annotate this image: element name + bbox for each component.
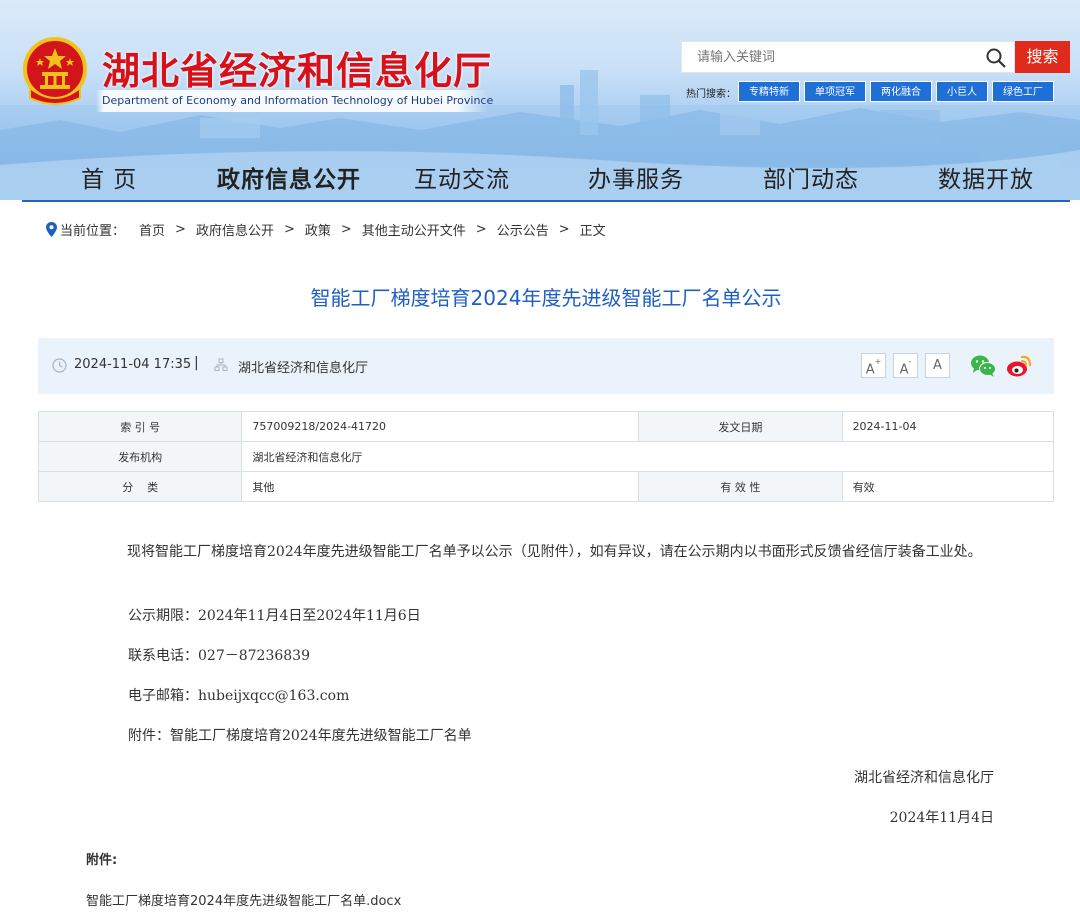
- document-info-table: 索 引 号 757009218/2024-41720 发文日期 2024-11-…: [37, 411, 1055, 502]
- table-row: 发布机构 湖北省经济和信息化厅: [37, 441, 1054, 472]
- crumb-separator: >: [283, 222, 295, 237]
- organization-icon: [214, 358, 228, 371]
- nav-dept-news[interactable]: 部门动态: [763, 160, 859, 194]
- main-content: 当前位置： 首页 > 政府信息公开 > 政策 > 其他主动公开文件 > 公示公告…: [22, 200, 1070, 915]
- body-paragraph: 现将智能工厂梯度培育2024年度先进级智能工厂名单予以公示（见附件），如有异议，…: [127, 544, 982, 560]
- table-row: 分 类 其他 有 效 性 有效: [37, 471, 1055, 502]
- font-size-decrease-button[interactable]: A-: [893, 353, 918, 378]
- index-number-value: 757009218/2024-41720: [241, 411, 640, 442]
- location-pin-icon: [46, 222, 57, 237]
- crumb-home[interactable]: 首页: [139, 220, 165, 239]
- search-button[interactable]: 搜索: [1015, 41, 1070, 73]
- attachment-link[interactable]: 智能工厂梯度培育2024年度先进级智能工厂名单.docx: [86, 890, 401, 909]
- hot-search-label: 热门搜索：: [686, 89, 736, 100]
- validity-value: 有效: [841, 471, 1055, 502]
- publish-source: 湖北省经济和信息化厅: [238, 361, 369, 376]
- search-box: [681, 41, 1015, 73]
- site-title: 湖北省经济和信息化厅: [102, 49, 493, 93]
- notice-period: 公示期限：2024年11月4日至2024年11月6日: [128, 608, 421, 624]
- crumb-notices[interactable]: 公示公告: [497, 220, 549, 239]
- validity-label: 有 效 性: [638, 471, 843, 502]
- attachment-note: 附件：智能工厂梯度培育2024年度先进级智能工厂名单: [128, 728, 472, 744]
- search-icon[interactable]: [986, 48, 1006, 68]
- hot-tag-little-giant[interactable]: 小巨人: [936, 81, 988, 102]
- article-title: 智能工厂梯度培育2024年度先进级智能工厂名单公示: [310, 286, 782, 310]
- national-emblem-icon: [23, 37, 87, 105]
- meta-divider: |: [194, 355, 199, 371]
- index-number-label: 索 引 号: [37, 411, 243, 442]
- category-value: 其他: [241, 471, 640, 502]
- crumb-other-files[interactable]: 其他主动公开文件: [362, 220, 466, 239]
- crumb-policy[interactable]: 政策: [305, 220, 331, 239]
- contact-phone: 联系电话：027－87236839: [128, 648, 310, 664]
- category-label: 分 类: [37, 471, 243, 502]
- breadcrumb-label: 当前位置：: [60, 224, 126, 239]
- clock-icon: [52, 358, 67, 373]
- crumb-separator: >: [558, 222, 570, 237]
- weibo-icon[interactable]: [1005, 352, 1033, 380]
- site-subtitle: Department of Economy and Information Te…: [96, 90, 493, 112]
- issue-date-label: 发文日期: [638, 411, 843, 442]
- nav-gov-info[interactable]: 政府信息公开: [217, 160, 361, 194]
- contact-email: 电子邮箱：hubeijxqcc@163.com: [128, 688, 350, 704]
- site-header: 湖北省经济和信息化厅 Department of Economy and Inf…: [0, 0, 1080, 200]
- hot-tag-integration[interactable]: 两化融合: [870, 81, 932, 102]
- table-row: 索 引 号 757009218/2024-41720 发文日期 2024-11-…: [37, 411, 1055, 442]
- article-meta-bar: 2024-11-04 17:35 | 湖北省经济和信息化厅 A+ A- A: [38, 338, 1054, 394]
- nav-home[interactable]: 首 页: [81, 160, 137, 194]
- publish-date: 2024-11-04 17:35: [74, 357, 192, 372]
- crumb-current: 正文: [579, 224, 606, 239]
- crumb-gov-info[interactable]: 政府信息公开: [196, 220, 274, 239]
- publisher-value: 湖北省经济和信息化厅: [241, 441, 1054, 472]
- hot-search-tags: 专精特新 单项冠军 两化融合 小巨人 绿色工厂: [738, 81, 1054, 102]
- hot-tag-champion[interactable]: 单项冠军: [804, 81, 866, 102]
- search-input[interactable]: [682, 42, 982, 72]
- nav-services[interactable]: 办事服务: [588, 160, 684, 194]
- breadcrumb: 当前位置： 首页 > 政府信息公开 > 政策 > 其他主动公开文件 > 公示公告…: [46, 220, 606, 239]
- signature-org: 湖北省经济和信息化厅: [854, 770, 994, 786]
- nav-open-data[interactable]: 数据开放: [938, 160, 1034, 194]
- issue-date-value: 2024-11-04: [841, 411, 1055, 442]
- nav-interaction[interactable]: 互动交流: [414, 160, 510, 194]
- font-size-increase-button[interactable]: A+: [861, 353, 886, 378]
- publisher-label: 发布机构: [37, 441, 243, 472]
- hot-tag-green-factory[interactable]: 绿色工厂: [992, 81, 1054, 102]
- main-nav: 首 页 政府信息公开 互动交流 办事服务 部门动态 数据开放: [0, 150, 1080, 200]
- crumb-separator: >: [475, 222, 487, 237]
- hot-tag-specialized[interactable]: 专精特新: [738, 81, 800, 102]
- crumb-separator: >: [340, 222, 352, 237]
- wechat-icon[interactable]: [969, 352, 997, 380]
- signature-date: 2024年11月4日: [889, 810, 994, 826]
- attachments-label: 附件:: [86, 853, 118, 868]
- crumb-separator: >: [175, 222, 186, 237]
- font-size-reset-button[interactable]: A: [925, 353, 950, 378]
